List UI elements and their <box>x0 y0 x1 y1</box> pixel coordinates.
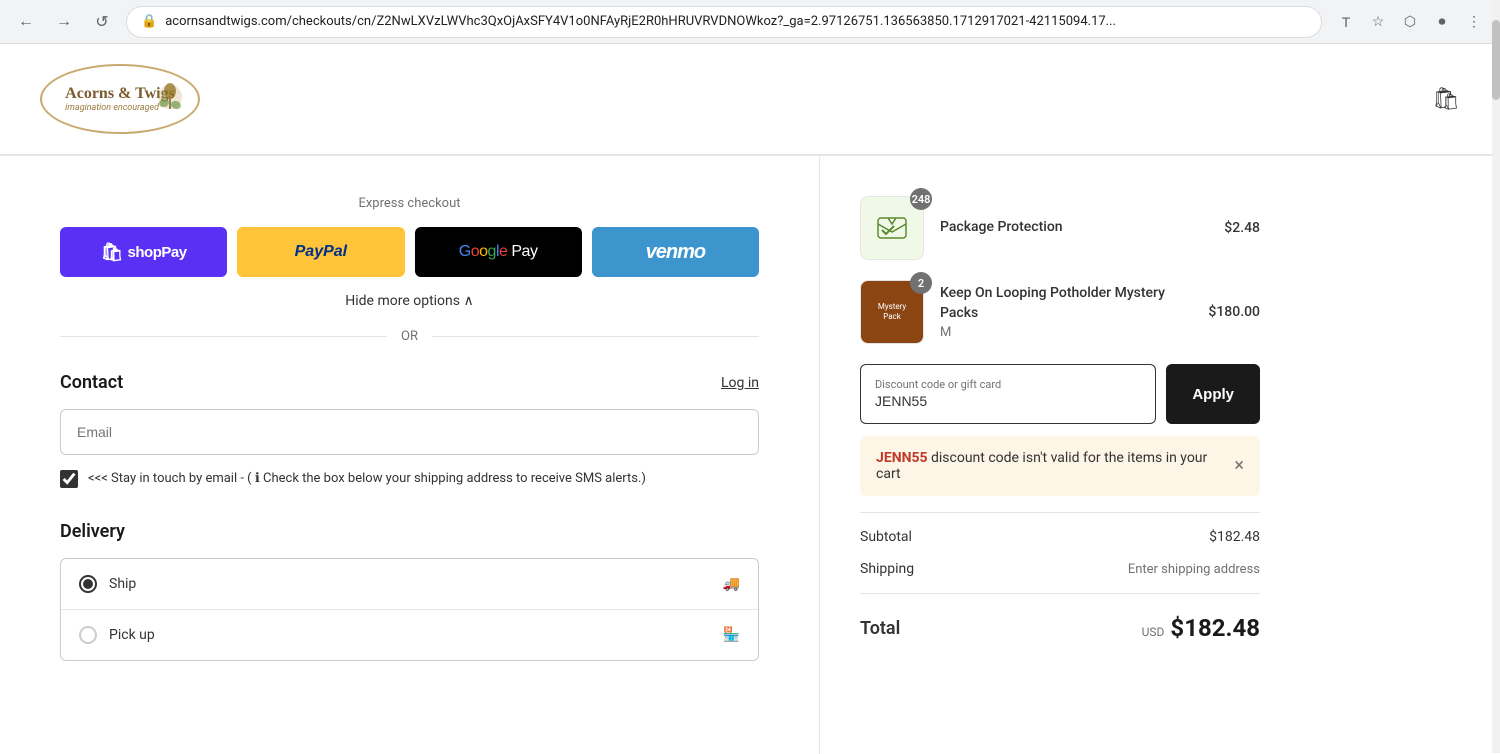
mystery-pack-badge: 2 <box>910 272 932 294</box>
shipping-row: Shipping Enter shipping address <box>860 553 1260 585</box>
discount-input[interactable] <box>875 391 1141 411</box>
total-row: Total USD $182.48 <box>860 602 1260 654</box>
newsletter-checkbox[interactable] <box>60 470 78 488</box>
menu-button[interactable]: ⋮ <box>1460 8 1488 36</box>
mystery-pack-price: $180.00 <box>1208 304 1260 320</box>
pickup-icon: 🏪 <box>723 627 740 643</box>
mystery-pack-variant: M <box>940 325 1192 340</box>
checkout-form: Express checkout 🛍 shopPay PayPal Google… <box>0 156 820 754</box>
venmo-button[interactable]: venmo <box>592 227 759 277</box>
newsletter-checkbox-row: <<< Stay in touch by email - ( ℹ Check t… <box>60 469 759 489</box>
bookmark-button[interactable]: ☆ <box>1364 8 1392 36</box>
discount-label: Discount code or gift card <box>875 378 1141 391</box>
logo-decoration <box>150 77 190 121</box>
paypal-button[interactable]: PayPal <box>237 227 404 277</box>
total-amount-wrap: USD $182.48 <box>1142 614 1260 642</box>
shipping-label: Shipping <box>860 561 914 577</box>
express-checkout-buttons: 🛍 shopPay PayPal Google Pay venmo <box>60 227 759 277</box>
cart-item-package-protection: 248 Package Protection $2.48 <box>860 196 1260 260</box>
email-input[interactable] <box>60 409 759 455</box>
mystery-pack-details: Keep On Looping Potholder Mystery Packs … <box>940 284 1192 340</box>
translate-button[interactable]: T <box>1332 8 1360 36</box>
contact-section-header: Contact Log in <box>60 372 759 393</box>
or-divider: OR <box>60 329 759 344</box>
logo: Acorns & Twigs imagination encouraged <box>40 64 200 134</box>
delivery-option-ship[interactable]: Ship 🚚 <box>61 559 758 610</box>
discount-error-banner: JENN55 discount code isn't valid for the… <box>860 436 1260 496</box>
cart-button[interactable]: 🛍 <box>1432 86 1460 112</box>
ship-icon: 🚚 <box>723 576 740 592</box>
delivery-options: Ship 🚚 Pick up 🏪 <box>60 558 759 661</box>
delivery-section: Delivery Ship 🚚 Pick up <box>60 521 759 661</box>
delivery-option-pickup[interactable]: Pick up 🏪 <box>61 610 758 660</box>
cart-item-mystery-pack: MysteryPack 2 Keep On Looping Potholder … <box>860 280 1260 344</box>
newsletter-label: <<< Stay in touch by email - ( ℹ Check t… <box>88 469 646 489</box>
page-header: Acorns & Twigs imagination encouraged 🛍 <box>0 44 1500 155</box>
total-amount: $182.48 <box>1170 614 1260 642</box>
subtotal-label: Subtotal <box>860 529 912 545</box>
secure-icon: 🔒 <box>141 14 157 29</box>
chevron-up-icon: ∧ <box>463 293 473 309</box>
logo-area: Acorns & Twigs imagination encouraged <box>40 64 200 134</box>
express-checkout-title: Express checkout <box>60 196 759 211</box>
extension-button[interactable]: ⬡ <box>1396 8 1424 36</box>
total-currency: USD <box>1142 625 1165 639</box>
shoppay-bag-icon: 🛍 <box>101 242 124 263</box>
cart-icon: 🛍 <box>1432 86 1460 111</box>
package-protection-badge: 248 <box>910 188 932 210</box>
pickup-label: Pick up <box>109 627 155 643</box>
package-protection-name: Package Protection <box>940 218 1208 238</box>
discount-section: Discount code or gift card Apply <box>860 364 1260 424</box>
paypal-label: PayPal <box>295 243 347 261</box>
summary-divider-top <box>860 512 1260 513</box>
package-protection-details: Package Protection <box>940 218 1208 238</box>
hide-more-options[interactable]: Hide more options ∧ <box>60 293 759 309</box>
order-summary: 248 Package Protection $2.48 MysteryPack… <box>820 156 1300 754</box>
summary-divider-bottom <box>860 593 1260 594</box>
back-button[interactable]: ← <box>12 8 40 36</box>
discount-row: Discount code or gift card Apply <box>860 364 1260 424</box>
gpay-button[interactable]: Google Pay <box>415 227 582 277</box>
reload-button[interactable]: ↺ <box>88 8 116 36</box>
address-bar[interactable]: 🔒 acornsandtwigs.com/checkouts/cn/Z2NwLX… <box>126 6 1322 38</box>
total-label: Total <box>860 618 900 639</box>
discount-input-wrap: Discount code or gift card <box>860 364 1156 424</box>
apply-button[interactable]: Apply <box>1166 364 1260 424</box>
shoppay-label: shopPay <box>128 244 187 261</box>
log-in-link[interactable]: Log in <box>721 375 759 391</box>
pickup-radio[interactable] <box>79 626 97 644</box>
contact-title: Contact <box>60 372 123 393</box>
hide-more-text[interactable]: Hide more options ∧ <box>345 293 473 309</box>
scrollbar-track[interactable] <box>1492 0 1500 753</box>
error-code: JENN55 <box>876 450 928 466</box>
browser-chrome: ← → ↺ 🔒 acornsandtwigs.com/checkouts/cn/… <box>0 0 1500 44</box>
error-close-button[interactable]: × <box>1234 457 1244 475</box>
delivery-title: Delivery <box>60 521 759 542</box>
gpay-label: Google Pay <box>459 243 538 261</box>
venmo-label: venmo <box>646 241 705 264</box>
ship-radio[interactable] <box>79 575 97 593</box>
shoppay-button[interactable]: 🛍 shopPay <box>60 227 227 277</box>
package-protection-price: $2.48 <box>1224 220 1260 236</box>
item-image-wrap-mystery: MysteryPack 2 <box>860 280 924 344</box>
scrollbar-thumb[interactable] <box>1492 20 1500 100</box>
record-button[interactable]: ⏺ <box>1428 8 1456 36</box>
ship-label: Ship <box>109 576 136 592</box>
page-content: Express checkout 🛍 shopPay PayPal Google… <box>0 156 1500 754</box>
subtotal-row: Subtotal $182.48 <box>860 521 1260 553</box>
shipping-value: Enter shipping address <box>1128 562 1260 577</box>
forward-button[interactable]: → <box>50 8 78 36</box>
url-text: acornsandtwigs.com/checkouts/cn/Z2NwLXVz… <box>165 14 1307 29</box>
mystery-pack-name: Keep On Looping Potholder Mystery Packs <box>940 284 1192 323</box>
ship-option-left: Ship <box>79 575 136 593</box>
browser-actions: T ☆ ⬡ ⏺ ⋮ <box>1332 8 1488 36</box>
item-image-wrap-package: 248 <box>860 196 924 260</box>
pickup-option-left: Pick up <box>79 626 155 644</box>
subtotal-value: $182.48 <box>1209 529 1260 545</box>
error-message: JENN55 discount code isn't valid for the… <box>876 450 1234 482</box>
